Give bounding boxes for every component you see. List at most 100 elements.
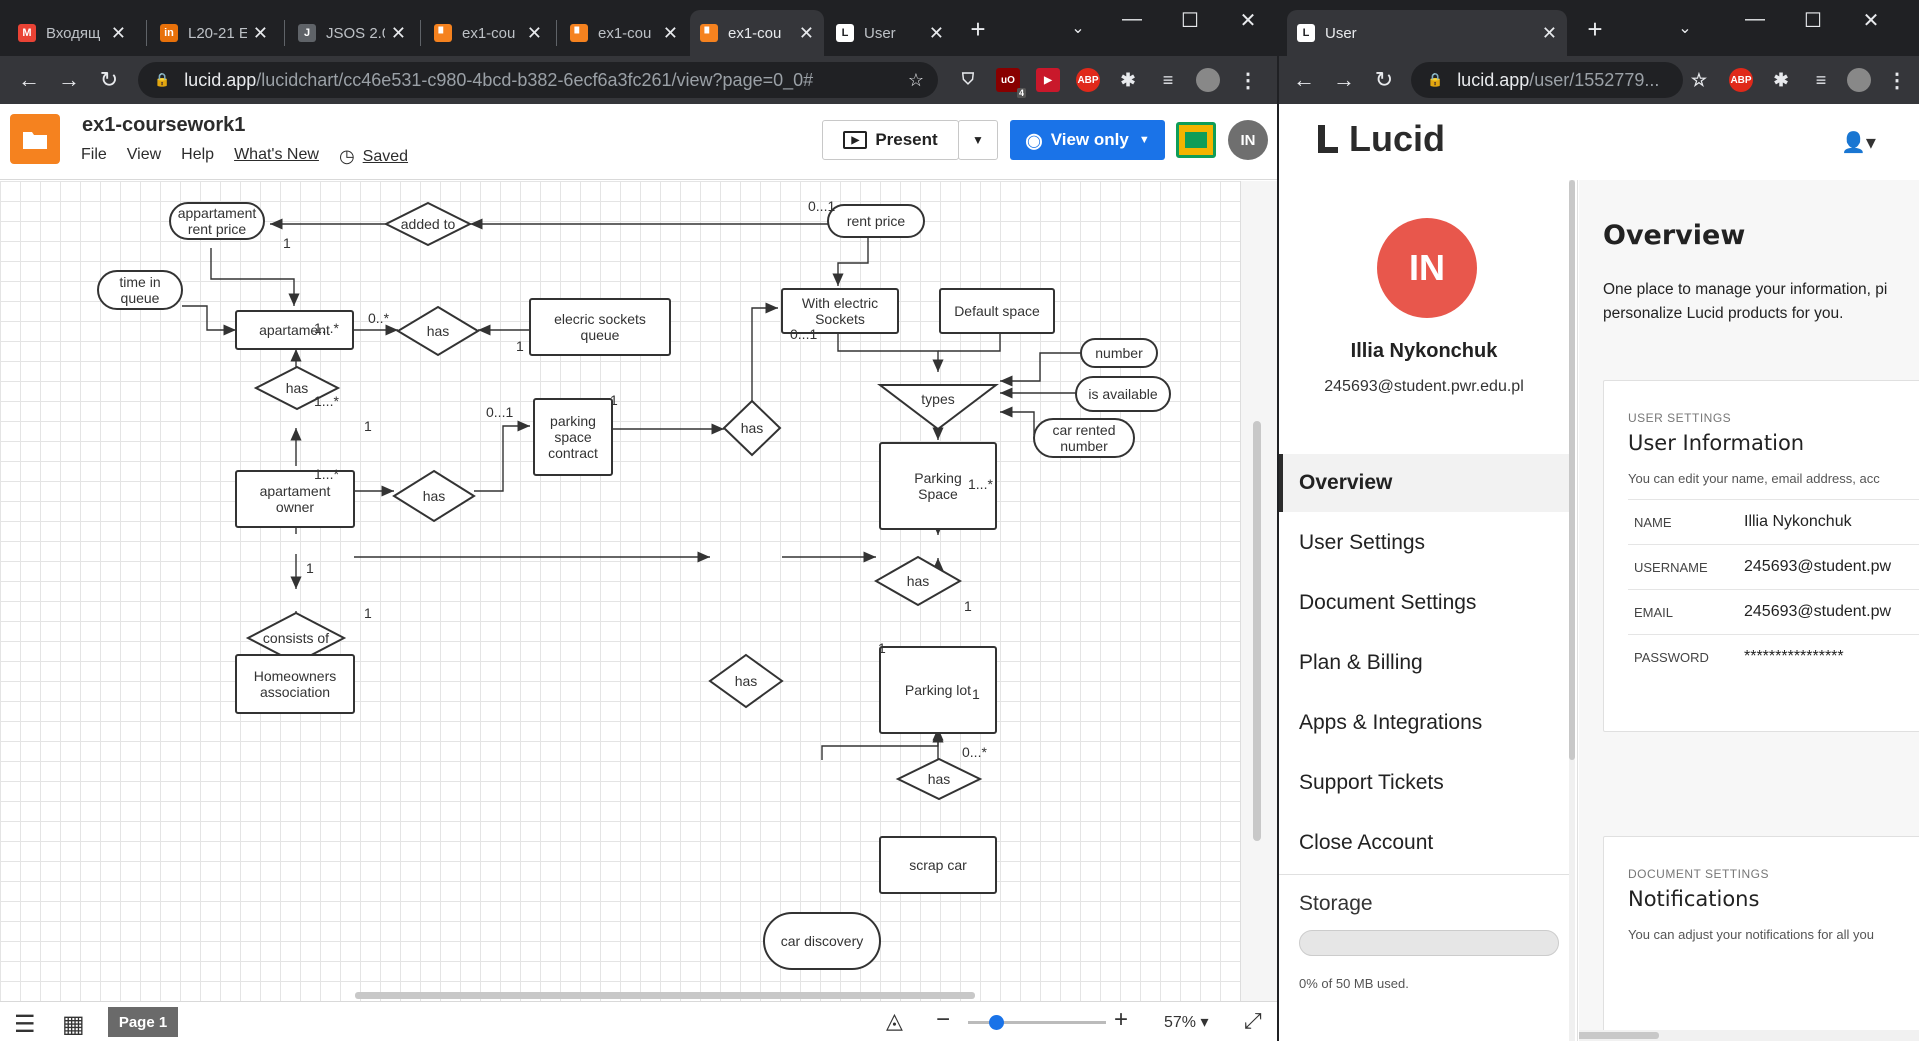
close-window-button[interactable]: ✕ (1851, 8, 1891, 33)
diagram-node-default-space[interactable]: Default space (939, 288, 1055, 334)
saved-status[interactable]: ◷ Saved (339, 146, 408, 167)
zoom-in-button[interactable]: + (1114, 1006, 1128, 1034)
view-only-button[interactable]: ◉ View only ▼ (1010, 120, 1165, 160)
diagram-node-elec-queue[interactable]: elecric socketsqueue (529, 298, 671, 356)
field-row-name[interactable]: NAME Illia Nykonchuk (1628, 499, 1919, 544)
diagram-node-has2[interactable]: has (722, 399, 782, 457)
page-tab[interactable]: Page 1 (108, 1007, 178, 1037)
diagram-node-rent-price[interactable]: rent price (827, 204, 925, 238)
close-icon[interactable]: ✕ (663, 23, 678, 44)
forward-icon[interactable]: → (1329, 68, 1359, 92)
horizontal-scrollbar[interactable] (1579, 1030, 1919, 1041)
diagram-node-has3[interactable]: has (873, 555, 963, 607)
reload-icon[interactable]: ↻ (1369, 68, 1399, 92)
diagram-canvas[interactable]: appartament rent price added to rent price t… (0, 181, 1240, 1001)
diagram-node-is-available[interactable]: is available (1075, 376, 1171, 412)
ublock-icon[interactable]: uO 4 (996, 68, 1026, 98)
nav-plan-billing[interactable]: Plan & Billing (1279, 634, 1569, 692)
horizontal-scrollbar[interactable] (355, 992, 975, 999)
account-menu-icon[interactable]: 👤▾ (1841, 130, 1876, 155)
field-row-password[interactable]: PASSWORD **************** (1628, 634, 1919, 679)
media-icon[interactable]: ≡ (1156, 68, 1180, 92)
field-row-username[interactable]: USERNAME 245693@student.pw (1628, 544, 1919, 589)
new-tab-button[interactable]: + (958, 14, 998, 45)
user-avatar[interactable]: IN (1228, 120, 1268, 160)
lucid-home-icon[interactable] (10, 114, 60, 164)
diagram-node-scrap-car[interactable]: scrap car (879, 836, 997, 894)
close-icon[interactable]: ✕ (929, 23, 944, 44)
diagram-node-app-rent-price[interactable]: appartamentrent price (169, 202, 265, 240)
url-field[interactable]: 🔒 lucid.app/user/1552779... (1411, 62, 1683, 98)
tab-ex1-b[interactable]: ▘ ex1-cou ✕ (560, 10, 688, 56)
diagram-node-has6[interactable]: has (708, 653, 784, 709)
menu-whats-new[interactable]: What's New (234, 146, 319, 167)
present-options-button[interactable]: ▼ (958, 120, 998, 160)
brave-shield-icon[interactable]: ⛉ (956, 68, 980, 92)
close-icon[interactable]: ✕ (1542, 23, 1557, 44)
diagram-node-added-to[interactable]: added to (383, 201, 473, 247)
tab-gmail[interactable]: M Входящ ✕ (8, 10, 136, 56)
tab-ex1-active[interactable]: ▘ ex1-cou ✕ (690, 10, 824, 56)
tab-ex1-a[interactable]: ▘ ex1-cou ✕ (424, 10, 552, 56)
tab-user[interactable]: L User ✕ (826, 10, 954, 56)
diagram-node-car-rented[interactable]: car rentednumber (1033, 418, 1135, 458)
adblock-icon[interactable]: ABP (1076, 68, 1100, 92)
forward-icon[interactable]: → (54, 68, 84, 92)
new-tab-button[interactable]: + (1575, 14, 1615, 45)
diagram-node-parking-contract[interactable]: parkingspacecontract (533, 398, 613, 476)
minimize-button[interactable]: — (1735, 8, 1775, 31)
nav-overview[interactable]: Overview (1279, 454, 1569, 512)
back-icon[interactable]: ← (14, 68, 44, 92)
menu-file[interactable]: File (81, 146, 107, 167)
nav-apps-integrations[interactable]: Apps & Integrations (1279, 694, 1569, 752)
diagram-node-number[interactable]: number (1080, 338, 1158, 368)
maximize-button[interactable]: ☐ (1793, 8, 1833, 33)
menu-icon[interactable]: ⋮ (1236, 68, 1260, 92)
tab-search-icon[interactable]: ⌄ (1058, 18, 1098, 38)
diagram-node-car-discovery[interactable]: car discovery (763, 912, 881, 970)
close-icon[interactable]: ✕ (527, 23, 542, 44)
tab-search-icon[interactable]: ⌄ (1665, 18, 1705, 38)
puzzle-icon[interactable]: ✱ (1116, 68, 1140, 92)
media-icon[interactable]: ≡ (1809, 68, 1833, 92)
nav-document-settings[interactable]: Document Settings (1279, 574, 1569, 632)
field-row-email[interactable]: EMAIL 245693@student.pw (1628, 589, 1919, 634)
document-title[interactable]: ex1-coursework1 (82, 114, 245, 137)
diagram-node-types[interactable]: types (877, 384, 999, 431)
diagram-node-time-queue[interactable]: time inqueue (97, 270, 183, 310)
close-window-button[interactable]: ✕ (1228, 8, 1268, 33)
extension-icon[interactable]: ▶ (1036, 68, 1060, 92)
star-icon[interactable]: ☆ (1687, 68, 1711, 92)
grid-view-icon[interactable]: ▦ (62, 1010, 85, 1039)
minimize-button[interactable]: — (1112, 8, 1152, 31)
present-button[interactable]: ▶ Present (822, 120, 959, 160)
nav-support-tickets[interactable]: Support Tickets (1279, 754, 1569, 812)
close-icon[interactable]: ✕ (253, 23, 268, 44)
profile-avatar[interactable] (1196, 68, 1220, 92)
google-classroom-icon[interactable] (1176, 122, 1216, 158)
url-field[interactable]: 🔒 lucid.app/lucidchart/cc46e531-c980-4bc… (138, 62, 938, 98)
star-icon[interactable]: ☆ (908, 70, 924, 91)
zoom-slider-knob[interactable] (988, 1015, 1004, 1030)
close-icon[interactable]: ✕ (799, 23, 814, 44)
diagram-node-has1[interactable]: has (396, 305, 480, 357)
nav-user-settings[interactable]: User Settings (1279, 514, 1569, 572)
lucid-logo[interactable]: Lucid (1315, 118, 1445, 160)
menu-icon[interactable]: ⋮ (1885, 68, 1909, 92)
menu-view[interactable]: View (127, 146, 161, 167)
profile-avatar[interactable] (1847, 68, 1871, 92)
reload-icon[interactable]: ↻ (94, 68, 124, 92)
close-icon[interactable]: ✕ (111, 23, 126, 44)
adblock-icon[interactable]: ABP (1729, 68, 1753, 92)
maximize-button[interactable]: ☐ (1170, 8, 1210, 33)
close-icon[interactable]: ✕ (391, 23, 406, 44)
zoom-slider[interactable] (968, 1015, 1106, 1030)
tab-user[interactable]: L User ✕ (1287, 10, 1567, 56)
diagram-node-has7[interactable]: has (895, 757, 983, 801)
tab-l20[interactable]: in L20-21 E ✕ (150, 10, 278, 56)
menu-help[interactable]: Help (181, 146, 214, 167)
vertical-scrollbar[interactable] (1240, 181, 1277, 1001)
navigate-icon[interactable]: ◬ (886, 1008, 903, 1034)
sidebar-scrollbar[interactable] (1569, 180, 1575, 1041)
back-icon[interactable]: ← (1289, 68, 1319, 92)
